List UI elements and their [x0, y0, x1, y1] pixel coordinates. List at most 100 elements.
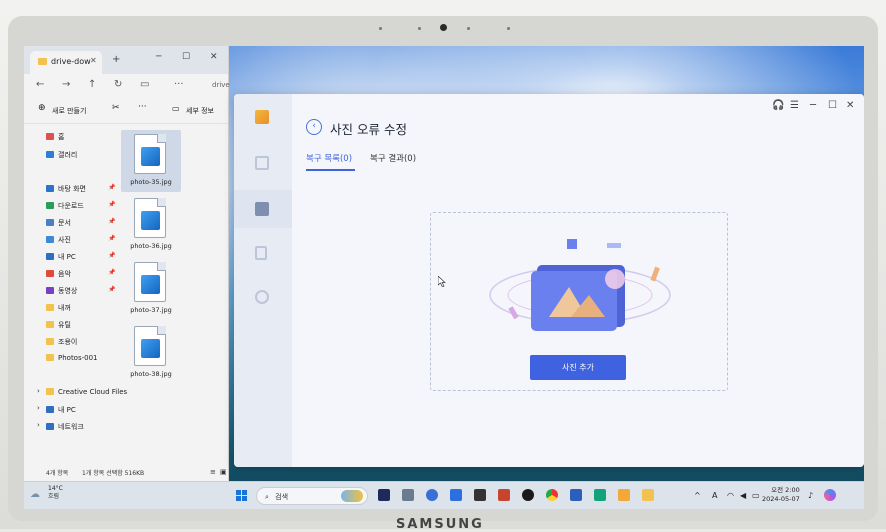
- folder-icon: [46, 388, 54, 395]
- maximize-button[interactable]: ☐: [182, 52, 190, 62]
- new-tab-button[interactable]: +: [112, 54, 120, 65]
- notification-bell-icon[interactable]: ♪: [808, 491, 813, 500]
- minimize-button[interactable]: ─: [810, 100, 816, 111]
- file-item[interactable]: photo-38.jpg: [121, 322, 181, 384]
- wifi-icon[interactable]: ◠: [727, 491, 734, 500]
- camera-app-icon[interactable]: [474, 489, 486, 501]
- input-language-indicator[interactable]: A: [712, 491, 717, 500]
- edge-app-icon[interactable]: [594, 489, 606, 501]
- clock-date: 2024-05-07: [762, 495, 800, 503]
- chevron-right-icon[interactable]: ›: [37, 421, 40, 429]
- thumbnail-view-icon[interactable]: ▣: [220, 468, 227, 476]
- battery-icon[interactable]: ▭: [752, 491, 760, 500]
- folder-icon: [46, 304, 54, 311]
- rail-photo-repair[interactable]: [234, 190, 292, 228]
- details-pane-icon: ▭: [172, 104, 180, 113]
- up-arrow-icon[interactable]: ↑: [88, 79, 96, 90]
- maximize-button[interactable]: ☐: [828, 100, 837, 111]
- sidebar-item[interactable]: 네트워크 ›: [37, 421, 84, 432]
- monitor-icon[interactable]: ▭: [140, 79, 149, 90]
- settings-app-icon[interactable]: [426, 489, 438, 501]
- sidebar-item[interactable]: 내 PC ›: [37, 404, 76, 415]
- cloud-app-icon[interactable]: [450, 489, 462, 501]
- video-icon: [255, 156, 269, 170]
- add-photo-button[interactable]: 사진 추가: [530, 355, 626, 380]
- rail-audio-repair[interactable]: [234, 278, 292, 316]
- show-hidden-icons[interactable]: ^: [694, 491, 701, 500]
- capture-app-icon[interactable]: [498, 489, 510, 501]
- details-button[interactable]: 세부 정보: [186, 106, 214, 116]
- rail-video-repair[interactable]: [234, 144, 292, 182]
- sidebar-item[interactable]: 내꺼: [46, 303, 71, 313]
- sidebar-item[interactable]: 바탕 화면 📌: [46, 184, 115, 194]
- image-file-icon: [134, 134, 166, 174]
- sidebar-item[interactable]: 음악 📌: [46, 269, 115, 279]
- address-bar[interactable]: drive: [212, 81, 230, 89]
- close-tab-icon[interactable]: ✕: [90, 56, 97, 65]
- tab-recovery-list[interactable]: 복구 목록(0): [306, 152, 352, 164]
- more-path-icon[interactable]: ···: [174, 79, 184, 90]
- start-button[interactable]: [236, 490, 248, 502]
- sidebar-item[interactable]: 조용이: [46, 337, 77, 347]
- sidebar-item[interactable]: 문서 📌: [46, 218, 115, 228]
- pin-icon: 📌: [108, 286, 116, 293]
- sidebar-item[interactable]: 다운로드 📌: [46, 201, 115, 211]
- more-options-icon[interactable]: ···: [138, 102, 147, 112]
- screen: drive-dow ✕ + ─ ☐ ✕ ← → ↑ ↻ ▭ ··· drive …: [24, 46, 864, 509]
- copilot-icon[interactable]: [824, 489, 836, 501]
- sidebar-item[interactable]: 내 PC 📌: [46, 252, 115, 262]
- forward-arrow-icon[interactable]: →: [62, 79, 70, 90]
- volume-icon[interactable]: ◀: [740, 491, 746, 500]
- desktop-icon: [46, 185, 54, 192]
- sidebar-item[interactable]: 동영상 📌: [46, 286, 115, 296]
- tab-recovery-result[interactable]: 복구 결과(0): [370, 152, 416, 164]
- support-headset-icon[interactable]: 🎧: [772, 100, 784, 111]
- file-item[interactable]: photo-37.jpg: [121, 258, 181, 320]
- floating-cube: [567, 239, 577, 249]
- photo-drop-zone[interactable]: 사진 추가: [430, 212, 728, 391]
- file-explorer-icon[interactable]: [642, 489, 654, 501]
- back-button[interactable]: ‹: [306, 119, 322, 135]
- sidebar-item[interactable]: 유틸: [46, 320, 71, 330]
- media-app-icon[interactable]: [522, 489, 534, 501]
- sidebar-item-label: 문서: [58, 219, 71, 227]
- meet-app-icon[interactable]: [378, 489, 390, 501]
- taskbar-search[interactable]: ⌕ 검색: [256, 487, 368, 505]
- sidebar-item[interactable]: 사진 📌: [46, 235, 115, 245]
- selection-info: 1개 항목 선택함 516KB: [82, 470, 145, 477]
- file-recovery-icon: [255, 110, 269, 124]
- word-icon[interactable]: [570, 489, 582, 501]
- file-item[interactable]: photo-36.jpg: [121, 194, 181, 256]
- sidebar-item[interactable]: 홈: [46, 132, 64, 142]
- menu-icon[interactable]: ☰: [790, 100, 799, 111]
- minimize-button[interactable]: ─: [156, 52, 161, 62]
- chrome-icon[interactable]: [546, 489, 558, 501]
- repair-app-icon[interactable]: [618, 489, 630, 501]
- sidebar-item[interactable]: 갤러리: [46, 150, 77, 160]
- rail-file-recovery[interactable]: [234, 98, 292, 136]
- sidebar-item-label: 갤러리: [58, 151, 78, 159]
- chevron-right-icon[interactable]: ›: [37, 387, 40, 395]
- cut-icon[interactable]: ✂: [112, 103, 120, 113]
- new-button[interactable]: 새로 만들기: [52, 106, 86, 116]
- status-bar: 4개 항목 1개 항목 선택함 516KB ≡ ▣: [24, 468, 229, 481]
- photo-thumbnail-icon: [141, 211, 160, 230]
- file-item[interactable]: photo-35.jpg: [121, 130, 181, 192]
- rail-document-repair[interactable]: [234, 234, 292, 272]
- back-arrow-icon[interactable]: ←: [36, 79, 44, 90]
- list-view-icon[interactable]: ≡: [210, 468, 216, 476]
- photo-icon: [255, 202, 269, 216]
- sidebar-item[interactable]: Creative Cloud Files ›: [37, 387, 127, 396]
- refresh-icon[interactable]: ↻: [114, 79, 122, 90]
- clock[interactable]: 오전 2:00 2024-05-07: [762, 486, 800, 504]
- page-title: 사진 오류 수정: [330, 122, 407, 137]
- sidebar-item-label: Photos-001: [58, 354, 98, 362]
- notes-app-icon[interactable]: [402, 489, 414, 501]
- chevron-right-icon[interactable]: ›: [37, 404, 40, 412]
- weather-widget[interactable]: 14°C 흐림: [48, 485, 63, 501]
- close-button[interactable]: ✕: [210, 52, 218, 62]
- close-button[interactable]: ✕: [846, 100, 854, 111]
- sidebar-item[interactable]: Photos-001: [46, 354, 98, 362]
- sensor-dot: [507, 27, 510, 30]
- gallery-icon: [46, 151, 54, 158]
